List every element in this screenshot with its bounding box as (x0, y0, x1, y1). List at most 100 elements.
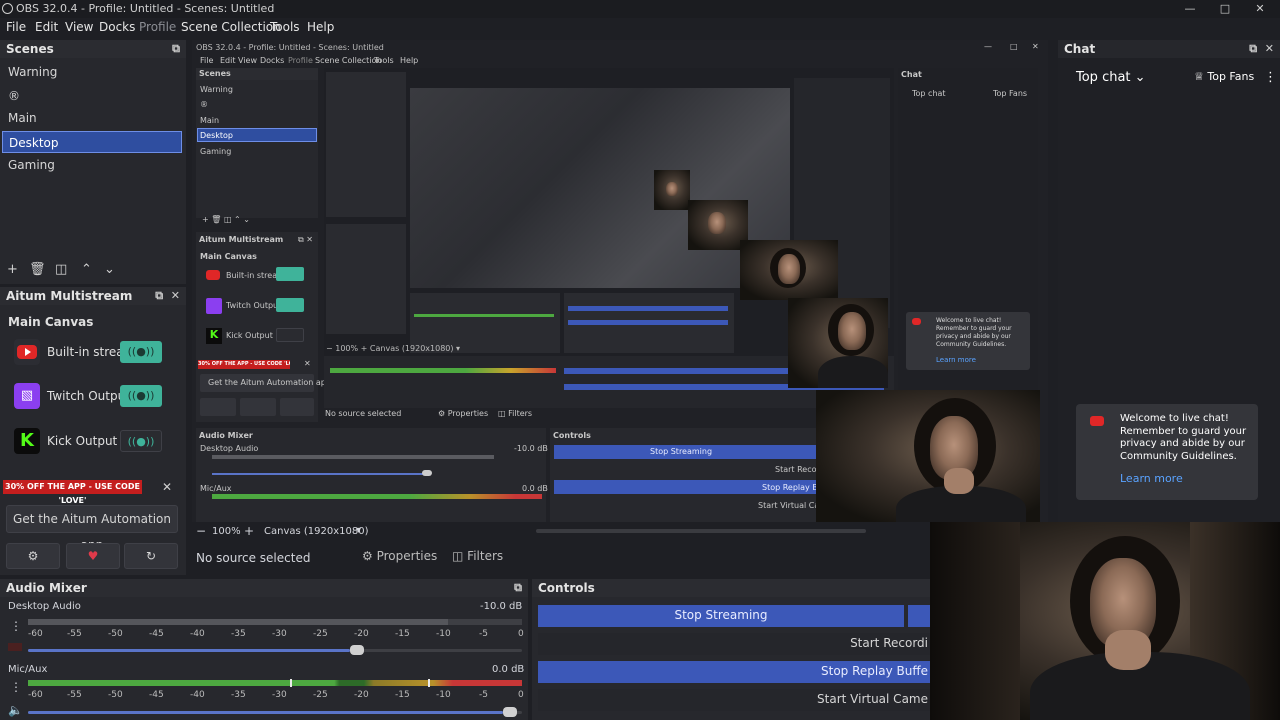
audio-mixer-dock: Audio Mixer ⧉ Desktop Audio -10.0 dB ⋮ -… (0, 579, 528, 720)
add-scene-icon[interactable]: + (7, 262, 18, 277)
chat-dock: Chat ⧉ ✕ Top chat ⌄ ♕ Top Fans ⋮ Welcome… (1058, 40, 1280, 522)
top-fans-button[interactable]: ♕ Top Fans (1194, 70, 1254, 83)
undock-icon[interactable]: ⧉ (155, 289, 163, 302)
crown-icon: ♕ (1194, 70, 1204, 83)
kick-icon: K (14, 428, 40, 454)
scene-item-gaming[interactable]: Gaming (2, 154, 182, 176)
scene-filters-icon[interactable]: ◫ (55, 262, 67, 277)
undock-icon[interactable]: ⧉ (1249, 42, 1257, 55)
zoom-out-icon[interactable]: − (196, 524, 206, 538)
menu-edit[interactable]: Edit (35, 20, 58, 34)
move-up-icon[interactable]: ⌃ (81, 262, 92, 277)
preview-scrollbar[interactable] (536, 529, 866, 533)
close-dock-icon[interactable]: ✕ (1265, 42, 1274, 55)
close-dock-icon[interactable]: ✕ (171, 289, 180, 302)
mute-icon[interactable] (8, 643, 22, 651)
chevron-down-icon: ⌄ (1134, 70, 1146, 85)
heart-icon[interactable]: ♥ (66, 543, 120, 569)
menu-bar: File Edit View Docks Profile Scene Colle… (0, 18, 1280, 38)
obs-logo-icon (2, 3, 13, 14)
scene-item-registered[interactable]: ® (2, 85, 182, 107)
output-label: Twitch Output (47, 389, 130, 403)
menu-scene-collection[interactable]: Scene Collection (181, 20, 281, 34)
kebab-menu-icon[interactable]: ⋮ (10, 680, 22, 694)
stop-streaming-button[interactable]: Stop Streaming (538, 605, 904, 627)
volume-slider-desktop[interactable] (28, 645, 522, 655)
undock-icon[interactable]: ⧉ (514, 581, 522, 595)
learn-more-link[interactable]: Learn more (1120, 472, 1183, 485)
channel-name-mic: Mic/Aux (8, 664, 48, 675)
remove-scene-icon[interactable]: 🗑 (29, 262, 46, 277)
get-aitum-app-button[interactable]: Get the Aitum Automation app (6, 505, 178, 552)
start-virtual-camera-button[interactable]: Start Virtual Came (538, 689, 932, 711)
menu-view[interactable]: View (65, 20, 93, 34)
chat-header: Chat ⧉ ✕ (1058, 40, 1280, 58)
maximize-icon[interactable]: □ (1215, 1, 1235, 17)
scene-item-main[interactable]: Main (2, 107, 182, 129)
level-meter-mic (28, 680, 522, 686)
window-title: OBS 32.0.4 - Profile: Untitled - Scenes:… (16, 2, 275, 15)
chevron-down-icon[interactable]: ▾ (356, 525, 361, 536)
output-row-kick: K Kick Output ((●)) (14, 428, 164, 456)
speaker-icon[interactable]: 🔈 (8, 703, 23, 717)
controls-header: Controls (532, 579, 932, 597)
channel-name-desktop: Desktop Audio (8, 601, 81, 612)
preview-canvas[interactable]: OBS 32.0.4 - Profile: Untitled - Scenes:… (192, 40, 1048, 522)
nested-audio-mixer: Audio Mixer Desktop Audio -10.0 dB Mic/A… (196, 428, 548, 522)
scenes-dock: Scenes ⧉ Warning ® Main Desktop Gaming +… (0, 40, 186, 284)
audio-mixer-header: Audio Mixer ⧉ (0, 579, 528, 597)
scenes-header: Scenes ⧉ (0, 40, 186, 58)
multistream-header: Aitum Multistream ⧉ ✕ (0, 287, 186, 305)
scene-item-warning[interactable]: Warning (2, 61, 182, 83)
top-chat-dropdown[interactable]: Top chat ⌄ (1076, 70, 1146, 85)
volume-slider-mic[interactable] (28, 707, 522, 717)
zoom-in-icon[interactable]: + (244, 524, 254, 538)
refresh-icon[interactable]: ↻ (124, 543, 178, 569)
more-options-icon[interactable]: ⋮ (1264, 70, 1277, 85)
start-recording-button[interactable]: Start Recordi (538, 633, 932, 655)
output-row-twitch: ▧ Twitch Output ((●)) (14, 383, 164, 411)
promo-banner[interactable]: 30% OFF THE APP - USE CODE 'LOVE' (3, 480, 142, 505)
output-label: Kick Output (47, 434, 118, 448)
minimize-icon[interactable]: — (1180, 1, 1200, 17)
close-promo-icon[interactable]: ✕ (162, 480, 172, 494)
properties-button[interactable]: ⚙ Properties (362, 549, 437, 563)
youtube-icon (1090, 416, 1104, 426)
menu-tools[interactable]: Tools (270, 20, 300, 34)
menu-docks[interactable]: Docks (99, 20, 135, 34)
stream-toggle-button[interactable]: ((●)) (120, 341, 162, 363)
filters-button[interactable]: ◫ Filters (452, 549, 503, 563)
stream-settings-button[interactable] (908, 605, 932, 627)
stop-replay-buffer-button[interactable]: Stop Replay Buffe (538, 661, 932, 683)
title-bar: OBS 32.0.4 - Profile: Untitled - Scenes:… (0, 0, 1280, 18)
channel-db-mic: 0.0 dB (492, 664, 525, 675)
menu-profile[interactable]: Profile (139, 20, 176, 34)
volume-knob[interactable] (503, 707, 518, 717)
close-icon[interactable]: ✕ (1250, 1, 1270, 17)
youtube-icon (14, 339, 40, 365)
nested-chat: Chat Top chat Top Fans Welcome to live c… (898, 68, 1038, 418)
menu-file[interactable]: File (6, 20, 26, 34)
canvas-selector[interactable]: Canvas (1920x1080) (264, 526, 369, 537)
nested-multistream-dock: Aitum Multistream ⧉ ✕ Main Canvas Built-… (196, 232, 331, 422)
stream-toggle-button[interactable]: ((●)) (120, 430, 162, 452)
nested-scenes-dock: Scenes Warning ® Main Desktop Gaming + 🗑… (196, 68, 318, 224)
welcome-notice: Welcome to live chat! Remember to guard … (1076, 404, 1258, 500)
undock-icon[interactable]: ⧉ (172, 42, 180, 56)
volume-knob[interactable] (349, 645, 364, 655)
menu-help[interactable]: Help (307, 20, 334, 34)
nested-controls: Controls Stop Streaming Start Recordi St… (550, 428, 833, 522)
filter-icon: ◫ (452, 549, 464, 563)
scene-item-desktop[interactable]: Desktop (2, 131, 182, 153)
zoom-level: 100% (212, 526, 241, 537)
nested-webcam (816, 390, 1040, 522)
kebab-menu-icon[interactable]: ⋮ (10, 619, 22, 633)
move-down-icon[interactable]: ⌄ (104, 262, 115, 277)
stream-toggle-button[interactable]: ((●)) (120, 385, 162, 407)
welcome-text: Welcome to live chat! Remember to guard … (1120, 413, 1247, 462)
settings-icon[interactable]: ⚙ (6, 543, 60, 569)
twitch-icon: ▧ (14, 383, 40, 409)
level-meter-desktop (28, 619, 448, 625)
channel-db-desktop: -10.0 dB (480, 601, 523, 612)
gear-icon: ⚙ (362, 549, 373, 563)
